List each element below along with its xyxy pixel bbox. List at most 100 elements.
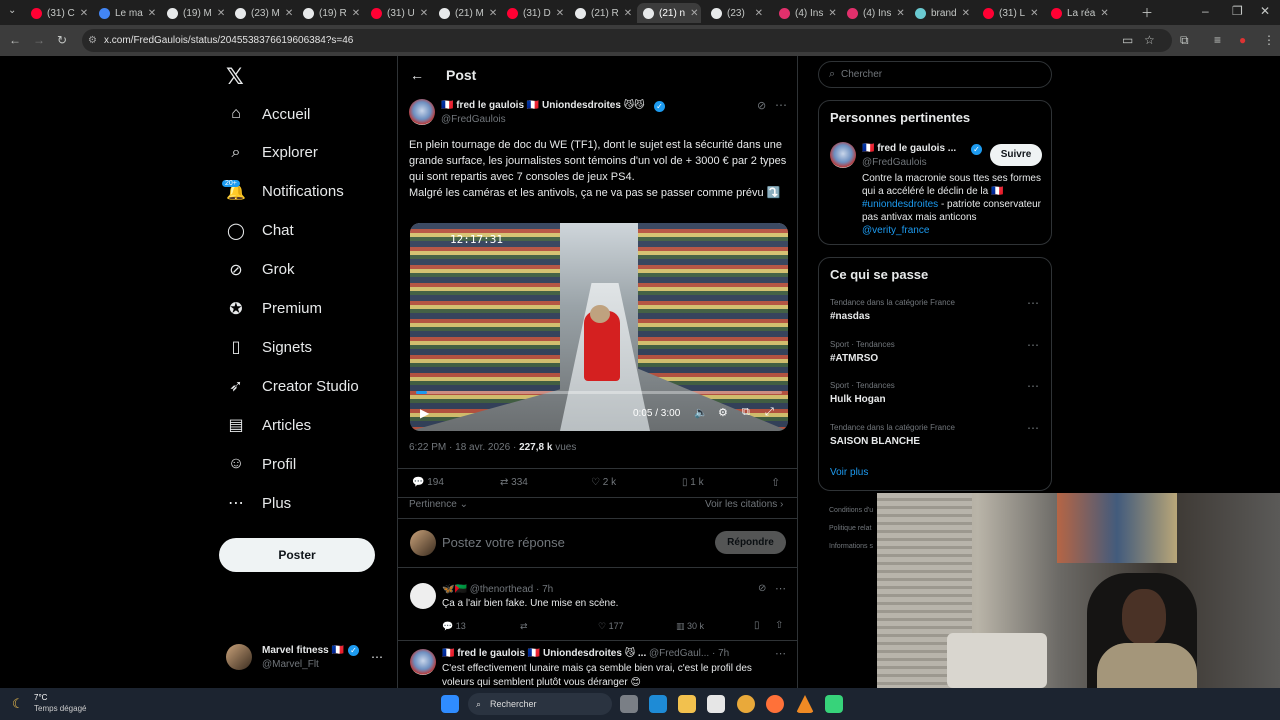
tab-close-icon[interactable]: ✕ (624, 8, 632, 19)
vlc-icon[interactable] (796, 695, 814, 713)
tab-close-icon[interactable]: ✕ (80, 8, 88, 19)
footer-link[interactable]: Conditions d'u (829, 502, 873, 520)
repost-action[interactable]: ⇄ 334 (500, 477, 528, 488)
bio-mention[interactable]: @verity_france (862, 225, 929, 236)
back-icon[interactable]: ← (9, 33, 21, 47)
browser-tab[interactable]: (23) M ✕ (229, 3, 293, 23)
post-more-icon[interactable]: ⋯ (775, 98, 787, 112)
post-video[interactable]: 12:17:31 ▶ 0:05 / 3:00 🔈 ⚙ ⧉ ⤢ (410, 223, 788, 431)
account-avatar[interactable] (226, 644, 252, 670)
url-field[interactable]: ⚙ x.com/FredGaulois/status/2045538376619… (82, 29, 1172, 52)
site-info-icon[interactable]: ⚙ (88, 29, 97, 52)
reply-replies[interactable]: 💬 13 (442, 621, 466, 632)
weather-desc[interactable]: Temps dégagé (34, 704, 86, 713)
pip-icon[interactable]: ⧉ (742, 406, 750, 419)
reload-icon[interactable]: ↻ (57, 33, 67, 47)
reply-more-icon[interactable]: ⋯ (775, 582, 786, 595)
profile-icon[interactable]: ● (1239, 33, 1246, 47)
sidebar-item-signets[interactable]: ▯ Signets (226, 332, 312, 362)
browser-tab[interactable]: (23) ✕ (705, 3, 769, 23)
firefox-icon[interactable] (766, 695, 784, 713)
trend-more-icon[interactable]: ⋯ (1027, 296, 1039, 310)
trend-more-icon[interactable]: ⋯ (1027, 421, 1039, 435)
weather-icon[interactable]: ☾ (12, 696, 24, 712)
browser-tab[interactable]: La réa ✕ (1045, 3, 1109, 23)
trend-item[interactable]: Tendance dans la catégorie France SAISON … (830, 423, 955, 447)
reply-author[interactable]: 🇫🇷 fred le gaulois 🇫🇷 Uniondesdroites 😼 … (442, 648, 646, 659)
media-icon[interactable]: ≡ (1214, 33, 1221, 47)
browser-tab[interactable]: (31) U ✕ (365, 3, 429, 23)
grok-icon[interactable]: ⊘ (757, 99, 766, 112)
browser-tab[interactable]: (21) R ✕ (569, 3, 633, 23)
settings-icon[interactable]: ⚙ (718, 406, 728, 419)
trend-item[interactable]: Sport · Tendances #ATMRSO (830, 340, 895, 364)
extensions-icon[interactable]: ⧉ (1180, 33, 1189, 48)
search-box[interactable]: ⌕ Chercher (818, 61, 1052, 88)
sidebar-item-creator-studio[interactable]: ➶ Creator Studio (226, 371, 358, 401)
tab-close-icon[interactable]: ✕ (896, 8, 904, 19)
relevant-name[interactable]: 🇫🇷 fred le gaulois ... (862, 143, 956, 154)
sidebar-item-accueil[interactable]: ⌂ Accueil (226, 99, 310, 129)
file-explorer-icon[interactable] (678, 695, 696, 713)
like-action[interactable]: ♡ 2 k (591, 477, 616, 488)
sidebar-item-plus[interactable]: ⋯ Plus (226, 488, 291, 518)
sort-dropdown[interactable]: Pertinence ⌄ (409, 499, 468, 510)
trend-item[interactable]: Sport · Tendances Hulk Hogan (830, 381, 895, 405)
browser-tab[interactable]: (21) M ✕ (433, 3, 497, 23)
relevant-avatar[interactable] (830, 142, 856, 168)
reply-like[interactable]: ♡ 177 (598, 621, 624, 632)
reply-author[interactable]: 🦋🇲🇶 (442, 584, 467, 595)
author-handle[interactable]: @FredGaulois (441, 114, 506, 125)
sidebar-item-notifications[interactable]: 🔔 20+ Notifications (222, 177, 344, 207)
reply-views[interactable]: ▥ 30 k (676, 621, 704, 632)
reply-input[interactable]: Postez votre réponse (442, 535, 565, 550)
post-button[interactable]: Poster (219, 538, 375, 572)
chrome-menu-icon[interactable]: ⋮ (1263, 33, 1275, 47)
x-logo[interactable]: 𝕏 (226, 64, 244, 90)
forward-icon[interactable]: → (33, 33, 45, 47)
reply-share-icon[interactable]: ⇧ (775, 620, 783, 631)
show-more-link[interactable]: Voir plus (830, 467, 868, 478)
browser-tab[interactable]: (31) L ✕ (977, 3, 1041, 23)
edge-icon[interactable] (649, 695, 667, 713)
reply-repost[interactable]: ⇄ (520, 621, 528, 632)
footer-link[interactable]: Informations s (829, 538, 873, 556)
sidebar-item-grok[interactable]: ⊘ Grok (226, 255, 294, 285)
tab-close-icon[interactable]: ✕ (352, 8, 360, 19)
reply-bookmark-icon[interactable]: ▯ (754, 620, 760, 631)
share-icon[interactable]: ⇧ (771, 476, 780, 489)
reply-item[interactable]: 🦋🇲🇶 @thenorthead · 7h ⊘ ⋯ Ça a l'air bie… (398, 576, 797, 641)
start-icon[interactable] (441, 695, 459, 713)
tab-close-icon[interactable]: ✕ (755, 8, 763, 19)
task-view-icon[interactable] (620, 695, 638, 713)
trend-item[interactable]: Tendance dans la catégorie France #nasdas (830, 298, 955, 322)
browser-tab[interactable]: (19) R ✕ (297, 3, 361, 23)
browser-tab[interactable]: Le ma ✕ (93, 3, 157, 23)
tab-close-icon[interactable]: ✕ (489, 8, 497, 19)
maximize-icon[interactable]: ❐ (1232, 4, 1243, 18)
bookmark-star-icon[interactable]: ☆ (1144, 33, 1155, 47)
author-name[interactable]: 🇫🇷 fred le gaulois 🇫🇷 Uniondesdroites 😼😼 (441, 100, 645, 111)
cast-icon[interactable]: ▭ (1122, 33, 1133, 47)
tab-close-icon[interactable]: ✕ (690, 8, 698, 19)
reply-avatar[interactable] (410, 649, 436, 675)
tab-close-icon[interactable]: ✕ (1030, 8, 1038, 19)
browser-tab[interactable]: (4) Ins ✕ (841, 3, 905, 23)
sidebar-item-profil[interactable]: ☺ Profil (226, 449, 296, 479)
browser-tab[interactable]: (4) Ins ✕ (773, 3, 837, 23)
post-timestamp[interactable]: 6:22 PM · 18 avr. 2026 · (409, 442, 519, 453)
sidebar-item-premium[interactable]: ✪ Premium (226, 294, 322, 324)
tab-close-icon[interactable]: ✕ (962, 8, 970, 19)
browser-tab[interactable]: (31) C ✕ (25, 3, 89, 23)
tab-close-icon[interactable]: ✕ (285, 8, 293, 19)
tab-search-icon[interactable]: ⌄ (8, 5, 16, 16)
minimize-icon[interactable]: – (1202, 4, 1209, 18)
footer-link[interactable]: Politique relat (829, 520, 873, 538)
app-icon[interactable] (825, 695, 843, 713)
reply-more-icon[interactable]: ⋯ (775, 647, 786, 660)
chrome-icon[interactable] (737, 695, 755, 713)
reply-button[interactable]: Répondre (715, 531, 786, 554)
weather-temp[interactable]: 7°C (34, 693, 47, 702)
new-tab-icon[interactable]: ＋ (1141, 4, 1153, 21)
reply-avatar[interactable] (410, 583, 436, 609)
